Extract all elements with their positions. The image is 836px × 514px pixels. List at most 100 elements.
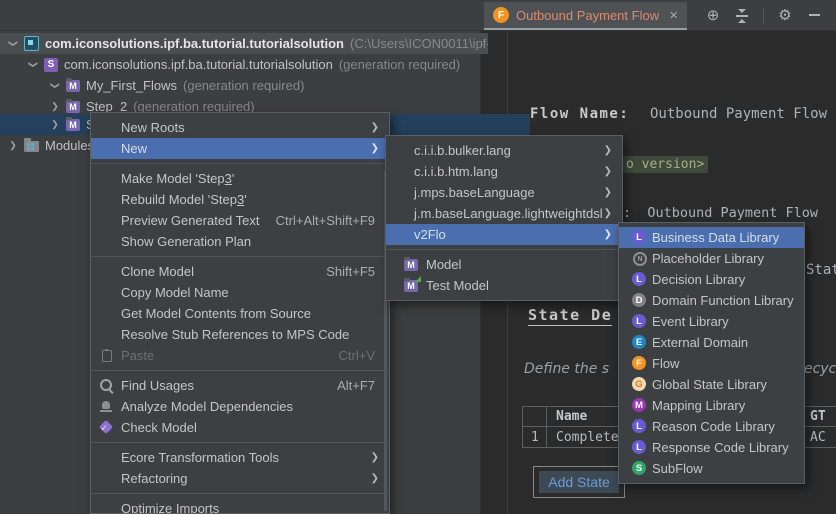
table-cell-state-name[interactable]: Complete [556, 430, 619, 445]
modules-folder-icon [24, 141, 39, 152]
tree-item-path: (C:\Users\ICON0011\ipf-ba-tut [350, 36, 488, 51]
submenu-item-bulker-lang[interactable]: c.i.i.b.bulker.lang ❯ [386, 140, 622, 161]
flow-letter-icon: F [632, 356, 646, 370]
flow-name-value[interactable]: Outbound Payment Flow [650, 106, 827, 122]
menu-label: j.mps.baseLanguage [414, 185, 535, 200]
table-cell-fragment: AC [810, 430, 826, 445]
chevron-down-icon[interactable]: ❯ [28, 60, 39, 70]
submenu-item-test-model[interactable]: Test Model [386, 275, 622, 296]
library-letter-icon: E [632, 335, 646, 349]
submenu-item-external-domain[interactable]: E External Domain [619, 332, 804, 353]
menu-item-clone-model[interactable]: Clone Model Shift+F5 [91, 261, 389, 282]
menu-label: Event Library [652, 314, 729, 329]
tab-close-icon[interactable]: ✕ [669, 9, 678, 22]
submenu-item-lightweightdsl[interactable]: j.m.baseLanguage.lightweightdsl ❯ [386, 203, 622, 224]
menu-label: New [121, 141, 147, 156]
submenu-item-model[interactable]: Model [386, 254, 622, 275]
menu-item-analyze-model-dependencies[interactable]: Analyze Model Dependencies [91, 396, 389, 417]
locate-icon[interactable]: ⊕ [703, 5, 723, 25]
submenu-arrow-icon: ❯ [604, 203, 612, 224]
menu-label: Paste [121, 348, 154, 363]
description-fragment: : Outbound Payment Flow [623, 205, 818, 221]
submenu-item-decision-library[interactable]: L Decision Library [619, 269, 804, 290]
menu-item-new-roots[interactable]: New Roots ❯ [91, 117, 389, 138]
menu-label: v2Flo [414, 227, 446, 242]
submenu-item-htm-lang[interactable]: c.i.i.b.htm.lang ❯ [386, 161, 622, 182]
menu-label: Global State Library [652, 377, 767, 392]
tree-item-label: com.iconsolutions.ipf.ba.tutorial.tutori… [45, 36, 344, 51]
menu-item-new[interactable]: New ❯ [91, 138, 389, 159]
settings-gear-icon[interactable]: ⚙ [775, 5, 795, 25]
submenu-item-flow[interactable]: F Flow [619, 353, 804, 374]
chevron-down-icon[interactable]: ❯ [50, 81, 61, 91]
model-icon [66, 101, 80, 113]
submenu-arrow-icon: ❯ [604, 161, 612, 182]
menu-label: Model [426, 257, 461, 272]
menu-label: Test Model [426, 278, 489, 293]
chevron-right-icon[interactable]: ❯ [50, 101, 60, 112]
tree-row-model-root[interactable]: ❯ S com.iconsolutions.ipf.ba.tutorial.tu… [0, 54, 508, 75]
chevron-right-icon[interactable]: ❯ [50, 119, 60, 130]
collapse-all-icon[interactable] [732, 5, 752, 25]
menu-item-refactoring[interactable]: Refactoring ❯ [91, 468, 389, 489]
menu-shortcut: Alt+F7 [337, 375, 375, 396]
tree-row-solution[interactable]: ❯ com.iconsolutions.ipf.ba.tutorial.tuto… [0, 33, 488, 54]
menu-item-paste: Paste Ctrl+V [91, 345, 389, 366]
hide-panel-icon[interactable] [804, 5, 824, 25]
mps-ide-window: Logical View ▼ ⊕ ⚙ F Outbound Payment Fl… [0, 0, 836, 514]
menu-label: Decision Library [652, 272, 745, 287]
submenu-arrow-icon: ❯ [604, 224, 612, 245]
library-letter-icon: L [632, 419, 646, 433]
menu-separator [91, 493, 389, 494]
submenu-item-event-library[interactable]: L Event Library [619, 311, 804, 332]
table-row-number: 1 [531, 430, 539, 445]
menu-label: Show Generation Plan [121, 234, 251, 249]
paste-clipboard-icon [102, 350, 112, 362]
menu-item-check-model[interactable]: Check Model [91, 417, 389, 438]
submenu-item-global-state-library[interactable]: G Global State Library [619, 374, 804, 395]
menu-item-find-usages[interactable]: Find Usages Alt+F7 [91, 375, 389, 396]
menu-item-copy-model-name[interactable]: Copy Model Name [91, 282, 389, 303]
menu-item-get-model-contents[interactable]: Get Model Contents from Source [91, 303, 389, 324]
menu-separator [91, 370, 389, 371]
menu-item-make-model[interactable]: Make Model 'Step3' [91, 168, 389, 189]
editor-tab-outbound-payment-flow[interactable]: F Outbound Payment Flow ✕ [484, 2, 687, 30]
menu-separator [91, 163, 389, 164]
menu-item-preview-generated-text[interactable]: Preview Generated Text Ctrl+Alt+Shift+F9 [91, 210, 389, 231]
submenu-item-response-code-library[interactable]: L Response Code Library [619, 437, 804, 458]
submenu-item-placeholder-library[interactable]: N Placeholder Library [619, 248, 804, 269]
menu-item-show-generation-plan[interactable]: Show Generation Plan [91, 231, 389, 252]
submenu-item-baselanguage[interactable]: j.mps.baseLanguage ❯ [386, 182, 622, 203]
menu-label: Mapping Library [652, 398, 745, 413]
submenu-arrow-icon: ❯ [371, 117, 379, 138]
submenu-item-domain-function-library[interactable]: D Domain Function Library [619, 290, 804, 311]
chevron-down-icon[interactable]: ❯ [8, 39, 19, 49]
submenu-item-subflow[interactable]: S SubFlow [619, 458, 804, 479]
menu-item-optimize-imports[interactable]: Optimize Imports [91, 498, 389, 514]
model-icon [66, 119, 80, 131]
menu-label: Analyze Model Dependencies [121, 399, 293, 414]
menu-label: Preview Generated Text [121, 213, 260, 228]
menu-item-ecore-transformation-tools[interactable]: Ecore Transformation Tools ❯ [91, 447, 389, 468]
chevron-right-icon[interactable]: ❯ [8, 140, 18, 151]
menu-label: Business Data Library [652, 230, 779, 245]
menu-label: Placeholder Library [652, 251, 764, 266]
submenu-arrow-icon: ❯ [604, 182, 612, 203]
collapse-glyph [736, 15, 748, 17]
add-state-button[interactable]: Add State [533, 466, 625, 498]
menu-label: Domain Function Library [652, 293, 794, 308]
menu-item-rebuild-model[interactable]: Rebuild Model 'Step3' [91, 189, 389, 210]
submenu-item-mapping-library[interactable]: M Mapping Library [619, 395, 804, 416]
submenu-item-v2flo[interactable]: v2Flo ❯ [386, 224, 622, 245]
table-header-name: Name [556, 409, 587, 424]
menu-label: Rebuild Model 'Step3' [121, 192, 247, 207]
submenu-item-business-data-library[interactable]: L Business Data Library [619, 227, 804, 248]
tree-row-my-first-flows[interactable]: ❯ My_First_Flows (generation required) [0, 75, 530, 96]
menu-separator [386, 249, 622, 250]
menu-item-resolve-stub-references[interactable]: Resolve Stub References to MPS Code [91, 324, 389, 345]
submenu-item-reason-code-library[interactable]: L Reason Code Library [619, 416, 804, 437]
solution-icon [24, 36, 39, 51]
menu-label: Copy Model Name [121, 285, 229, 300]
menu-separator [91, 256, 389, 257]
menu-label: Response Code Library [652, 440, 789, 455]
